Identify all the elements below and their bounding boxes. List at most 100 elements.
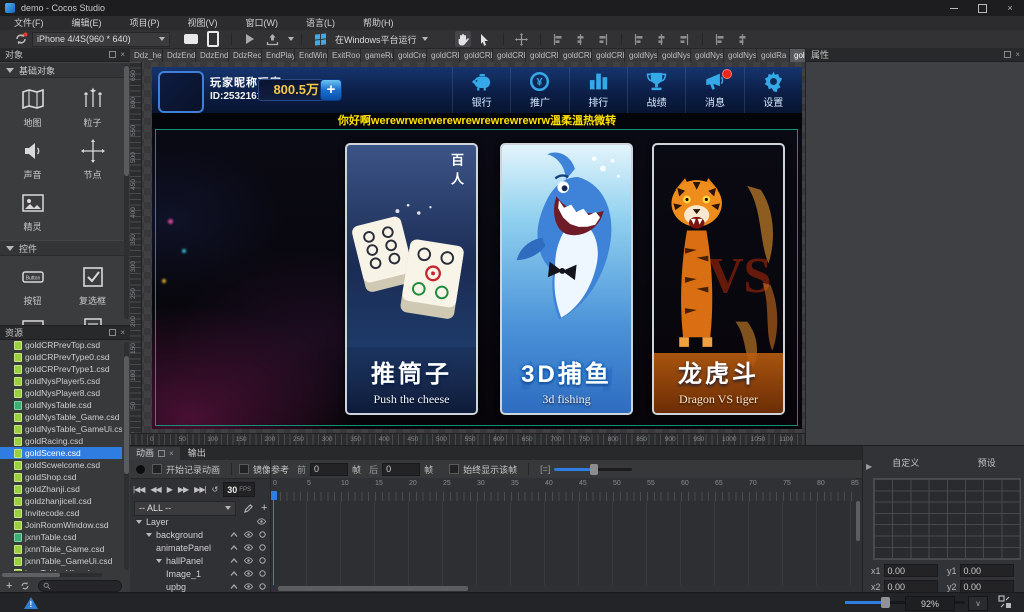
record-button[interactable] — [135, 463, 146, 475]
layer-row-hallPanel[interactable]: hallPanel — [130, 554, 270, 567]
layer-row-Layer[interactable]: Layer — [130, 515, 270, 528]
panel-close-icon[interactable]: × — [1015, 51, 1020, 59]
menu-item-5[interactable]: 语言(L) — [292, 16, 349, 30]
file-item[interactable]: goldNysTable_GameUi.cs — [0, 423, 122, 435]
palette-item-node[interactable]: 节点 — [65, 134, 120, 186]
nav-promo-button[interactable]: ¥ 推广 — [510, 67, 568, 113]
zoom-options-chevron-icon[interactable]: ∨ — [968, 596, 988, 611]
align-right-icon[interactable] — [595, 31, 611, 47]
panel-close-icon[interactable]: × — [120, 51, 125, 59]
doc-tab-gameRu[interactable]: gameRu — [361, 49, 394, 62]
visibility-eye-icon[interactable] — [243, 530, 254, 540]
menu-item-2[interactable]: 项目(P) — [116, 16, 174, 30]
menu-item-6[interactable]: 帮助(H) — [349, 16, 408, 30]
doc-tab-goldNys[interactable]: goldNys — [691, 49, 724, 62]
file-item[interactable]: goldzhanjicell.csd — [0, 495, 122, 507]
doc-tab-goldCre[interactable]: goldCre — [394, 49, 427, 62]
doc-tab-ExitRoo[interactable]: ExitRoo — [328, 49, 361, 62]
device-select[interactable]: iPhone 4/4S(960 * 640) — [32, 31, 170, 47]
layer-row-background[interactable]: background — [130, 528, 270, 541]
add-animation-button[interactable]: + — [261, 502, 267, 514]
doc-tab-goldCRP[interactable]: goldCRP — [493, 49, 526, 62]
sync-icon[interactable] — [13, 31, 29, 47]
nav-settings-button[interactable]: 设置 — [743, 67, 802, 113]
expand-icon[interactable] — [136, 519, 142, 524]
file-item[interactable]: Invitecode.csd — [0, 507, 122, 519]
visibility-eye-icon[interactable] — [243, 582, 254, 592]
curve-shortcut-icon[interactable] — [230, 556, 238, 566]
refresh-resources-button[interactable] — [20, 581, 30, 591]
file-item[interactable]: jxnnTable.csd — [0, 531, 122, 543]
doc-tab-DdzEnd[interactable]: DdzEnd — [196, 49, 229, 62]
menu-item-1[interactable]: 编辑(E) — [58, 16, 116, 30]
play-button[interactable] — [242, 31, 258, 47]
file-item[interactable]: goldZhanji.csd — [0, 483, 122, 495]
loop-button[interactable]: ↺ — [212, 485, 219, 494]
section-header-1[interactable]: 控件 — [0, 240, 130, 256]
before-frames-input[interactable]: 0 — [310, 462, 349, 476]
step-forward-button[interactable]: ▶▶ — [178, 485, 189, 494]
doc-tab-EndPlay[interactable]: EndPlay — [262, 49, 295, 62]
file-item[interactable]: jxnnTable_GameUi.csd — [0, 555, 122, 567]
maximize-button[interactable] — [968, 0, 996, 16]
align-center-h-icon[interactable] — [573, 31, 589, 47]
player-avatar[interactable] — [158, 71, 204, 113]
nav-rank-button[interactable]: 排行 — [568, 67, 627, 113]
after-frames-input[interactable]: 0 — [382, 462, 421, 476]
doc-tab-goldCRP[interactable]: goldCRP — [526, 49, 559, 62]
doc-tab-goldNys[interactable]: goldNys — [724, 49, 757, 62]
panel-close-icon[interactable]: × — [169, 450, 174, 458]
publish-options-chevron-icon[interactable] — [288, 37, 294, 41]
add-money-button[interactable]: + — [320, 79, 342, 101]
easing-curve-grid[interactable] — [873, 478, 1021, 560]
palette-item-particle[interactable]: 粒子 — [65, 82, 120, 134]
lock-circle-icon[interactable] — [259, 582, 266, 592]
add-resource-button[interactable]: + — [6, 580, 12, 592]
visibility-eye-icon[interactable] — [256, 517, 267, 527]
curve-shortcut-icon[interactable] — [230, 530, 238, 540]
fit-screen-icon[interactable] — [998, 595, 1012, 611]
always-show-checkbox[interactable] — [449, 464, 460, 474]
menu-item-4[interactable]: 窗口(W) — [232, 16, 293, 30]
palette-item-checkbox[interactable]: 复选框 — [65, 260, 120, 312]
select-tool-button[interactable] — [477, 31, 493, 47]
doc-tab-goldCRP[interactable]: goldCRP — [592, 49, 625, 62]
file-item[interactable]: goldNysPlayer8.csd — [0, 387, 122, 399]
hand-tool-button[interactable] — [454, 31, 471, 47]
lock-circle-icon[interactable] — [259, 556, 266, 566]
file-item[interactable]: JoinRoomWindow.csd — [0, 519, 122, 531]
doc-tab-DdzEnd[interactable]: DdzEnd — [163, 49, 196, 62]
panel-float-icon[interactable] — [158, 450, 166, 457]
lock-circle-icon[interactable] — [259, 530, 266, 540]
skip-start-button[interactable]: |◀◀ — [133, 485, 145, 494]
step-back-button[interactable]: ◀◀ — [150, 485, 161, 494]
timeline-hscrollbar[interactable] — [278, 586, 468, 591]
tab-presets[interactable]: 预设 — [978, 456, 996, 469]
align-top-icon[interactable] — [632, 31, 648, 47]
game-card-dragon-tiger[interactable]: VS 龙虎斗 Dragon VS tiger — [652, 143, 785, 415]
edit-animation-icon[interactable] — [244, 503, 253, 513]
file-item[interactable]: goldRacing.csd — [0, 435, 122, 447]
align-left-icon[interactable] — [551, 31, 567, 47]
skip-end-button[interactable]: ▶▶| — [194, 485, 206, 494]
visibility-eye-icon[interactable] — [243, 543, 254, 553]
resources-search-input[interactable] — [38, 580, 123, 592]
file-item[interactable]: goldScene.csd — [0, 447, 122, 459]
doc-tab-DdzRec[interactable]: DdzRec — [229, 49, 262, 62]
file-item[interactable]: jxnnTable_Game.csd — [0, 543, 122, 555]
align-bottom-icon[interactable] — [676, 31, 692, 47]
close-button[interactable]: × — [996, 0, 1024, 16]
file-item[interactable]: goldScwelcome.csd — [0, 459, 122, 471]
play-button[interactable]: ▶ — [167, 485, 173, 494]
nav-bank-button[interactable]: 银行 — [452, 67, 510, 113]
mirror-checkbox[interactable] — [239, 464, 250, 474]
file-item[interactable]: goldCRPrevType0.csd — [0, 351, 122, 363]
nav-trophy-button[interactable]: 战绩 — [626, 67, 685, 113]
timeline-ruler[interactable]: 0 5 10 15 20 25 30 35 40 45 50 55 60 65 70 75 80 85 — [270, 478, 859, 502]
menu-item-0[interactable]: 文件(F) — [0, 16, 58, 30]
objects-scrollbar[interactable] — [124, 64, 129, 319]
playhead-marker[interactable] — [270, 491, 277, 500]
visibility-eye-icon[interactable] — [243, 569, 254, 579]
doc-tab-goldS[interactable]: goldS× — [790, 49, 805, 62]
tab-custom[interactable]: 自定义 — [892, 456, 919, 469]
